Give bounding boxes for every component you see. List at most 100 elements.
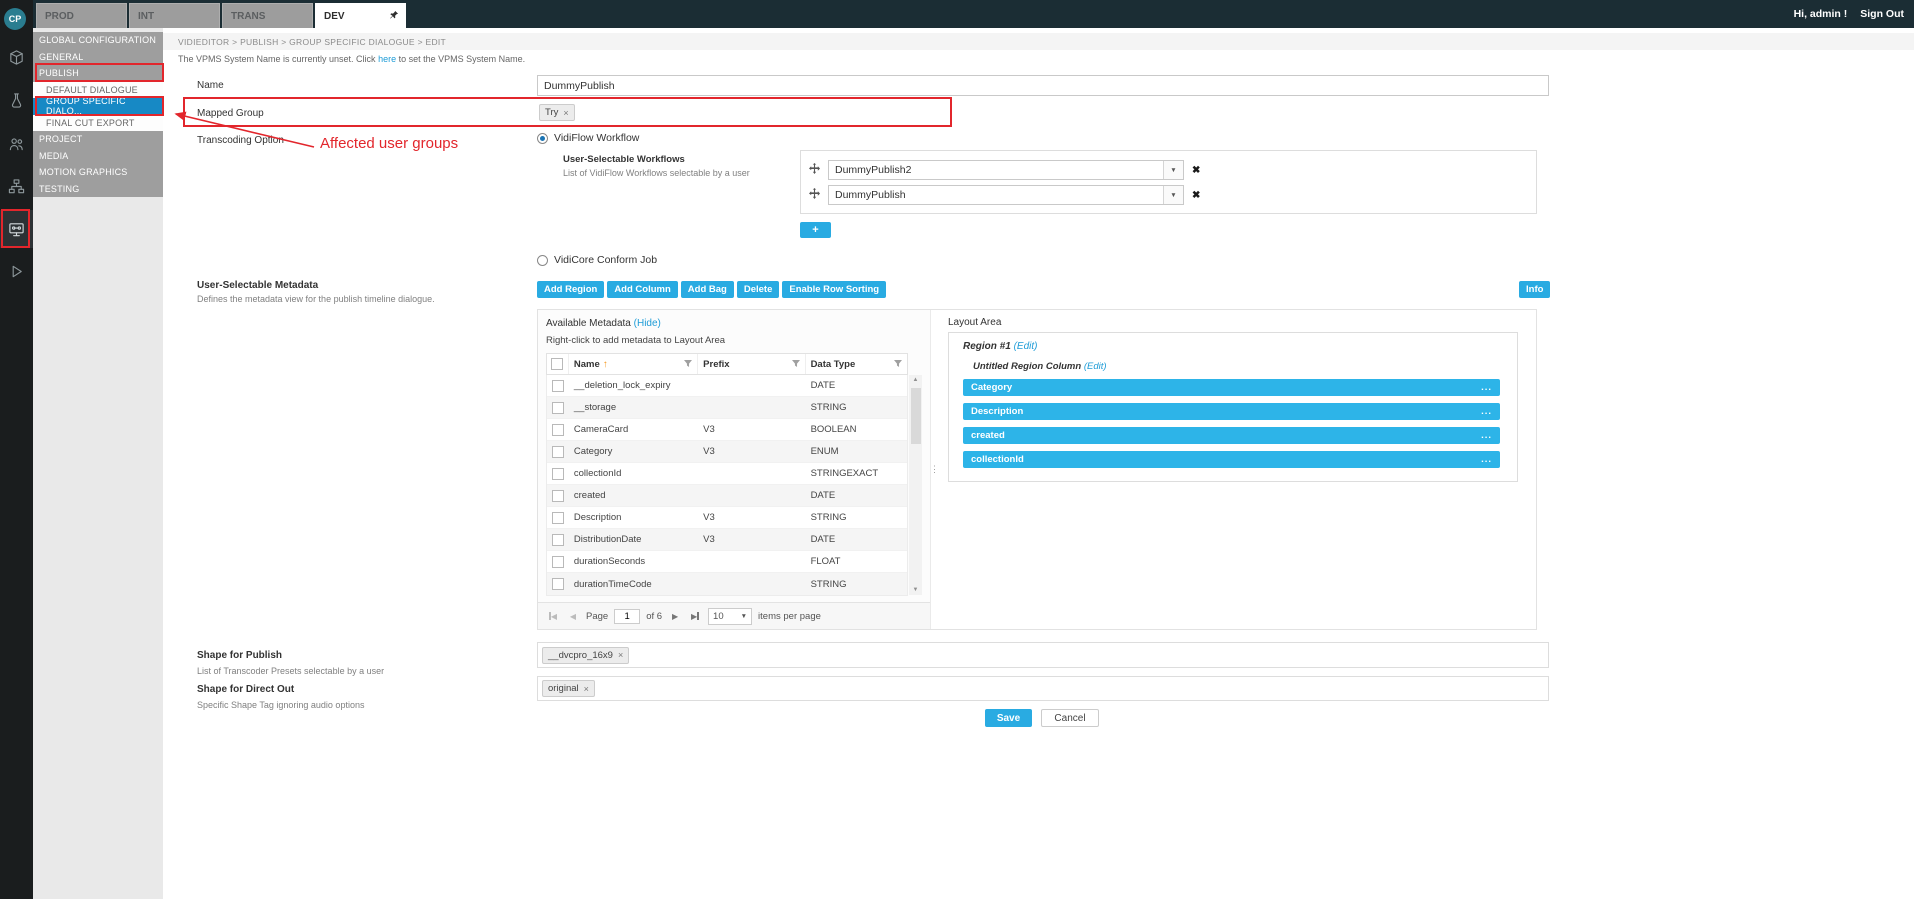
users-module-icon[interactable] — [0, 126, 33, 160]
sign-out-link[interactable]: Sign Out — [1860, 8, 1904, 20]
page-input[interactable] — [614, 609, 640, 624]
row-checkbox[interactable] — [552, 424, 564, 436]
table-row[interactable]: collectionIdSTRINGEXACT — [547, 463, 907, 485]
remove-workflow-icon[interactable]: ✖ — [1192, 190, 1200, 201]
layout-field-category[interactable]: Category... — [963, 379, 1500, 396]
row-checkbox[interactable] — [552, 490, 564, 502]
region-edit-link[interactable]: (Edit) — [1014, 341, 1038, 352]
table-row[interactable]: durationTimeCodeSTRING — [547, 573, 907, 595]
table-row[interactable]: __deletion_lock_expiryDATE — [547, 375, 907, 397]
table-row[interactable]: durationSecondsFLOAT — [547, 551, 907, 573]
shape-direct-out-field[interactable]: original × — [537, 676, 1549, 701]
table-row[interactable]: CategoryV3ENUM — [547, 441, 907, 463]
panel-splitter[interactable]: ⋮ — [931, 310, 938, 629]
table-scrollbar[interactable]: ▲ ▼ — [909, 375, 922, 595]
page-size-select[interactable]: 10 ▼ — [708, 608, 752, 625]
row-checkbox[interactable] — [552, 578, 564, 590]
debug-module-icon[interactable] — [0, 254, 33, 288]
remove-workflow-icon[interactable]: ✖ — [1192, 165, 1200, 176]
next-page-button[interactable]: ▶ — [668, 608, 682, 624]
hide-link[interactable]: (Hide) — [634, 318, 661, 329]
workflow-module-icon[interactable] — [0, 83, 33, 117]
shape-publish-tag[interactable]: __dvcpro_16x9 × — [542, 647, 629, 664]
more-options-icon[interactable]: ... — [1481, 382, 1492, 393]
env-tab-int[interactable]: INT — [129, 3, 220, 28]
select-all-checkbox[interactable] — [551, 358, 563, 370]
sidebar-item-group-specific-dialogue[interactable]: GROUP SPECIFIC DIALO... — [33, 98, 163, 115]
radio-selected-icon[interactable] — [537, 133, 548, 144]
vpms-setup-link[interactable]: here — [378, 54, 396, 64]
table-row[interactable]: DescriptionV3STRING — [547, 507, 907, 529]
table-row[interactable]: DistributionDateV3DATE — [547, 529, 907, 551]
sidebar-item-media[interactable]: MEDIA — [33, 148, 163, 165]
last-page-button[interactable]: ▶ — [688, 608, 702, 624]
sidebar-item-motion-graphics[interactable]: MOTION GRAPHICS — [33, 164, 163, 181]
row-checkbox[interactable] — [552, 402, 564, 414]
env-tab-prod[interactable]: PROD — [36, 3, 127, 28]
row-checkbox[interactable] — [552, 446, 564, 458]
sidebar-item-testing[interactable]: TESTING — [33, 181, 163, 198]
env-tab-dev[interactable]: DEV — [315, 3, 406, 28]
filter-icon[interactable] — [684, 360, 692, 368]
info-button[interactable]: Info — [1519, 281, 1550, 298]
layout-field-created[interactable]: created... — [963, 427, 1500, 444]
drag-handle-icon[interactable] — [809, 163, 820, 177]
column-header-datatype[interactable]: Data Type — [806, 354, 907, 374]
mapped-group-field[interactable]: Try × — [539, 104, 575, 121]
prev-page-button[interactable]: ◀ — [566, 608, 580, 624]
scroll-down-icon[interactable]: ▼ — [909, 587, 922, 593]
layout-field-description[interactable]: Description... — [963, 403, 1500, 420]
sidebar-item-general[interactable]: GENERAL — [33, 49, 163, 66]
sidebar-item-publish[interactable]: PUBLISH — [33, 65, 163, 82]
add-bag-button[interactable]: Add Bag — [681, 281, 734, 298]
row-checkbox[interactable] — [552, 468, 564, 480]
first-page-button[interactable]: ◀ — [546, 608, 560, 624]
more-options-icon[interactable]: ... — [1481, 406, 1492, 417]
shape-publish-field[interactable]: __dvcpro_16x9 × — [537, 642, 1549, 668]
add-workflow-button[interactable]: + — [800, 222, 831, 238]
chevron-down-icon[interactable]: ▼ — [1163, 161, 1183, 179]
more-options-icon[interactable]: ... — [1481, 454, 1492, 465]
shape-direct-out-tag[interactable]: original × — [542, 680, 595, 697]
scroll-up-icon[interactable]: ▲ — [909, 377, 922, 383]
hierarchy-module-icon[interactable] — [0, 169, 33, 203]
vidicore-conform-radio[interactable]: VidiCore Conform Job — [537, 254, 657, 266]
sidebar-item-global-configuration[interactable]: GLOBAL CONFIGURATION — [33, 32, 163, 49]
sidebar-item-project[interactable]: PROJECT — [33, 131, 163, 148]
add-column-button[interactable]: Add Column — [607, 281, 677, 298]
env-tab-trans[interactable]: TRANS — [222, 3, 313, 28]
column-edit-link[interactable]: (Edit) — [1084, 361, 1107, 372]
row-checkbox[interactable] — [552, 556, 564, 568]
table-row[interactable]: CameraCardV3BOOLEAN — [547, 419, 907, 441]
row-checkbox[interactable] — [552, 380, 564, 392]
radio-unselected-icon[interactable] — [537, 255, 548, 266]
column-header-name[interactable]: Name↑ — [569, 354, 698, 374]
vidiflow-workflow-radio[interactable]: VidiFlow Workflow — [537, 132, 639, 144]
save-button[interactable]: Save — [985, 709, 1032, 727]
chevron-down-icon[interactable]: ▼ — [1163, 186, 1183, 204]
row-checkbox[interactable] — [552, 534, 564, 546]
remove-tag-icon[interactable]: × — [563, 108, 568, 118]
config-portal-icon[interactable] — [0, 210, 33, 248]
layout-field-collectionid[interactable]: collectionId... — [963, 451, 1500, 468]
filter-icon[interactable] — [792, 360, 800, 368]
filter-icon[interactable] — [894, 360, 902, 368]
scroll-thumb[interactable] — [911, 388, 921, 444]
more-options-icon[interactable]: ... — [1481, 430, 1492, 441]
add-region-button[interactable]: Add Region — [537, 281, 604, 298]
table-row[interactable]: createdDATE — [547, 485, 907, 507]
remove-tag-icon[interactable]: × — [618, 650, 623, 660]
cancel-button[interactable]: Cancel — [1041, 709, 1099, 727]
sidebar-item-final-cut-export[interactable]: FINAL CUT EXPORT — [33, 115, 163, 132]
table-row[interactable]: __storageSTRING — [547, 397, 907, 419]
enable-row-sorting-button[interactable]: Enable Row Sorting — [782, 281, 886, 298]
column-header-prefix[interactable]: Prefix — [698, 354, 805, 374]
workflow-select[interactable]: DummyPublish ▼ — [828, 185, 1184, 205]
name-input[interactable] — [537, 75, 1549, 96]
drag-handle-icon[interactable] — [809, 188, 820, 202]
mapped-group-tag[interactable]: Try × — [539, 104, 575, 121]
row-checkbox[interactable] — [552, 512, 564, 524]
delete-button[interactable]: Delete — [737, 281, 780, 298]
media-module-icon[interactable] — [0, 40, 33, 74]
workflow-select[interactable]: DummyPublish2 ▼ — [828, 160, 1184, 180]
